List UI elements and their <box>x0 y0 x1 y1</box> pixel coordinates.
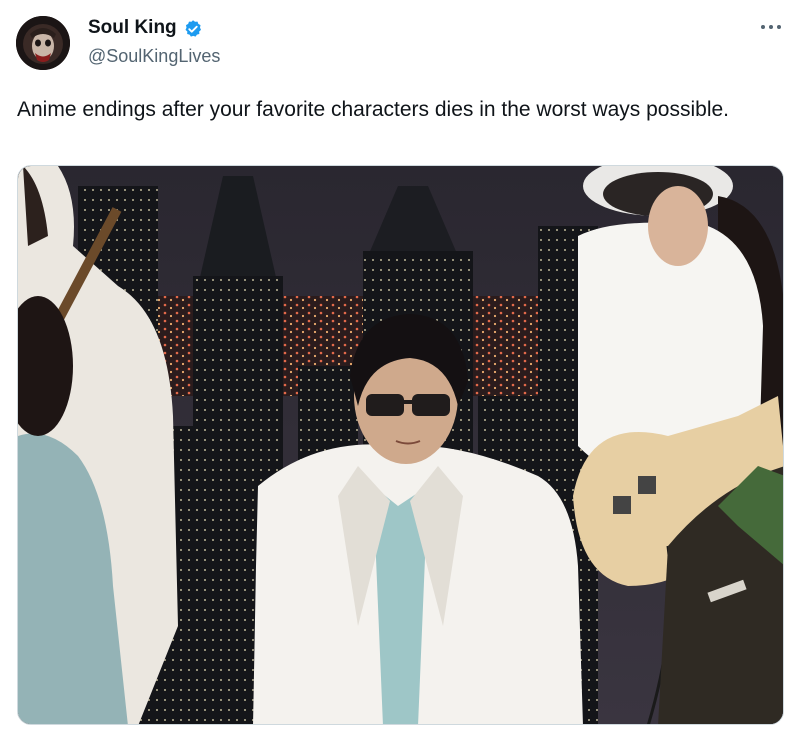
author-display-name[interactable]: Soul King <box>88 17 177 39</box>
tweet-text: Anime endings after your favorite charac… <box>17 98 730 121</box>
avatar[interactable] <box>16 16 70 70</box>
tweet-media-image[interactable] <box>17 165 784 725</box>
verified-badge-icon <box>183 19 203 39</box>
more-options-icon[interactable] <box>756 12 786 42</box>
author-handle[interactable]: @SoulKingLives <box>88 46 220 67</box>
tweet-card: Soul King @SoulKingLives Anime endings a… <box>0 0 800 735</box>
